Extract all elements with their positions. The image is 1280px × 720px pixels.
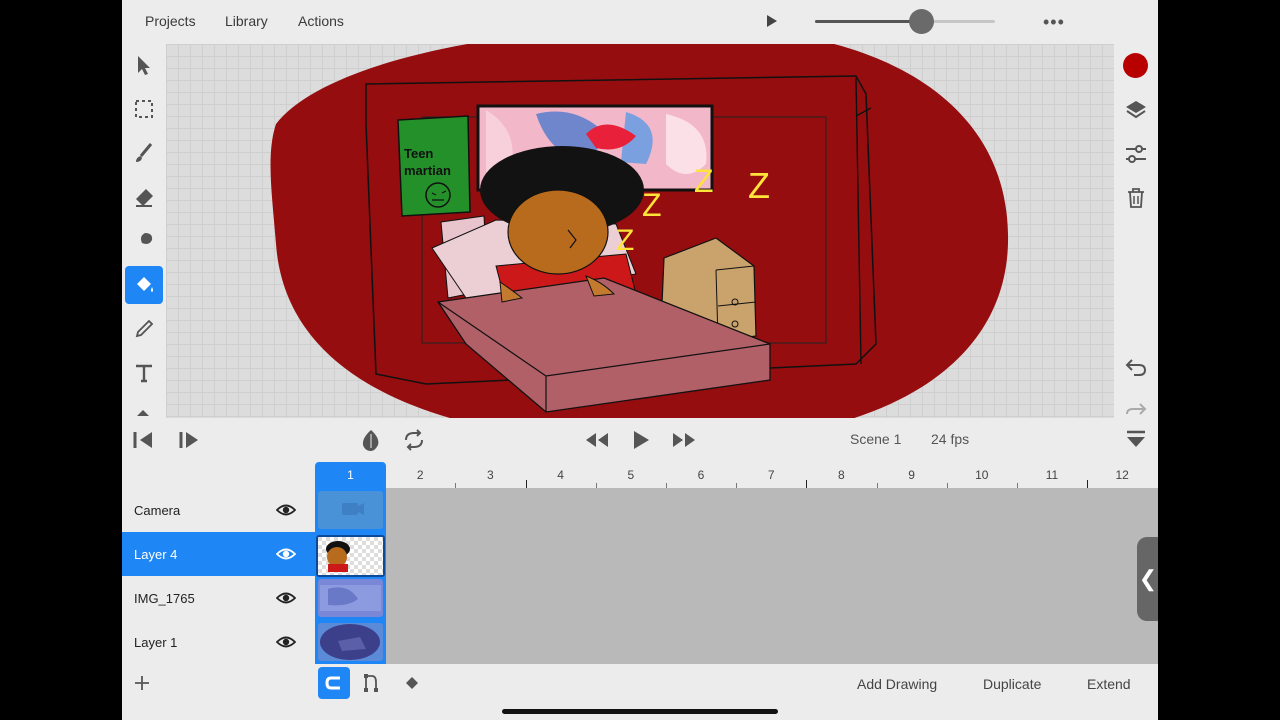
extend-button[interactable]: Extend: [1087, 676, 1131, 692]
layer4-frame-cell[interactable]: [316, 535, 385, 577]
more-options-icon[interactable]: •••: [1043, 12, 1065, 33]
frame-number[interactable]: 6: [691, 468, 711, 482]
play-icon[interactable]: [632, 430, 650, 450]
frame-number[interactable]: 8: [831, 468, 851, 482]
layer-name: Camera: [134, 503, 181, 518]
rewind-icon[interactable]: [584, 431, 610, 449]
eyedropper-icon[interactable]: [125, 310, 163, 348]
add-drawing-button[interactable]: Add Drawing: [857, 676, 937, 692]
sleep-z-3: Z: [748, 165, 770, 206]
layers-icon[interactable]: [1124, 98, 1148, 127]
animation-app: Projects Library Actions ••• Teen martia…: [122, 0, 1158, 720]
img1765-frame-cell[interactable]: [318, 579, 383, 617]
layer-name: Layer 4: [134, 547, 178, 562]
fill-bucket-icon[interactable]: [125, 266, 163, 304]
undo-icon[interactable]: [1124, 356, 1148, 383]
layer-name: Layer 1: [134, 635, 178, 650]
drawing-canvas[interactable]: Teen martian Z Z Z Z: [166, 44, 1114, 418]
motion-path-icon[interactable]: [362, 672, 384, 694]
color-swatch[interactable]: [1123, 53, 1148, 78]
fast-forward-icon[interactable]: [671, 431, 697, 449]
adjustments-icon[interactable]: [1124, 142, 1148, 171]
selection-icon[interactable]: [125, 90, 163, 128]
left-toolbar: [122, 44, 166, 418]
smudge-icon[interactable]: [125, 222, 163, 260]
layer-row[interactable]: Layer 1: [122, 620, 315, 664]
add-layer-icon[interactable]: [134, 675, 150, 691]
poster-text-line1: Teen: [404, 146, 433, 161]
visibility-eye-icon[interactable]: [276, 590, 296, 606]
layer1-frame-cell[interactable]: [318, 623, 383, 661]
slider-knob[interactable]: [909, 9, 935, 34]
current-frame-marker[interactable]: 1: [315, 462, 386, 489]
playback-speed-slider[interactable]: [815, 9, 995, 34]
frame-number[interactable]: 2: [410, 468, 430, 482]
loop-icon[interactable]: [402, 428, 426, 452]
keyframe-icon[interactable]: [405, 676, 419, 690]
actions-menu[interactable]: Actions: [298, 13, 344, 29]
frame-number[interactable]: 11: [1042, 468, 1062, 482]
visibility-eye-icon[interactable]: [276, 546, 296, 562]
text-icon[interactable]: [125, 354, 163, 392]
brush-icon[interactable]: [125, 134, 163, 172]
select-arrow-icon[interactable]: [125, 46, 163, 84]
camera-frame-cell[interactable]: [318, 491, 383, 529]
projects-menu[interactable]: Projects: [145, 13, 196, 29]
lasso-icon[interactable]: [125, 398, 163, 418]
poster-text-line2: martian: [404, 163, 451, 178]
visibility-eye-icon[interactable]: [276, 502, 296, 518]
sleep-z-1: Z: [642, 187, 662, 223]
layers-panel: Camera Layer 4 IMG_1765 Layer 1: [122, 488, 315, 664]
frames-grid[interactable]: [315, 488, 1158, 664]
expand-panel-tab[interactable]: ❮: [1137, 537, 1158, 621]
layer-name: IMG_1765: [134, 591, 195, 606]
frame-number[interactable]: 12: [1112, 468, 1132, 482]
sleep-z-2: Z: [694, 163, 714, 199]
frame-number[interactable]: 9: [902, 468, 922, 482]
previous-frame-icon[interactable]: [132, 430, 156, 450]
collapse-timeline-icon[interactable]: [1125, 430, 1147, 450]
right-toolbar: [1114, 44, 1158, 418]
home-indicator: [502, 709, 778, 714]
trash-icon[interactable]: [1124, 186, 1148, 215]
bottom-bar: Add Drawing Duplicate Extend: [122, 664, 1158, 720]
eraser-icon[interactable]: [125, 178, 163, 216]
transport-bar: Scene 1 24 fps: [122, 418, 1158, 462]
canvas-artwork: Teen martian Z Z Z Z: [270, 44, 1009, 418]
layer-row[interactable]: IMG_1765: [122, 576, 315, 620]
frame-column-1: [315, 488, 386, 664]
frame-number[interactable]: 7: [761, 468, 781, 482]
frame-number[interactable]: 10: [972, 468, 992, 482]
visibility-eye-icon[interactable]: [276, 634, 296, 650]
scene-label[interactable]: Scene 1: [850, 431, 901, 447]
layer-row[interactable]: Camera: [122, 488, 315, 532]
frame-mode-button[interactable]: [318, 667, 350, 699]
library-menu[interactable]: Library: [225, 13, 268, 29]
fps-label[interactable]: 24 fps: [931, 431, 969, 447]
next-frame-icon[interactable]: [178, 430, 202, 450]
slider-fill: [815, 20, 922, 23]
frame-number[interactable]: 3: [480, 468, 500, 482]
onion-skin-icon[interactable]: [360, 428, 382, 452]
layer-row[interactable]: Layer 4: [122, 532, 315, 576]
frame-ruler[interactable]: 1 2 3 4 5 6 7 8 9 10 11 12: [315, 462, 1158, 490]
play-preview-icon[interactable]: [766, 14, 778, 28]
magnet-icon: [325, 676, 340, 690]
top-menu-bar: Projects Library Actions •••: [122, 0, 1158, 44]
frame-number[interactable]: 5: [621, 468, 641, 482]
frame-number[interactable]: 4: [551, 468, 571, 482]
sleep-z-4: Z: [616, 224, 634, 257]
duplicate-button[interactable]: Duplicate: [983, 676, 1041, 692]
